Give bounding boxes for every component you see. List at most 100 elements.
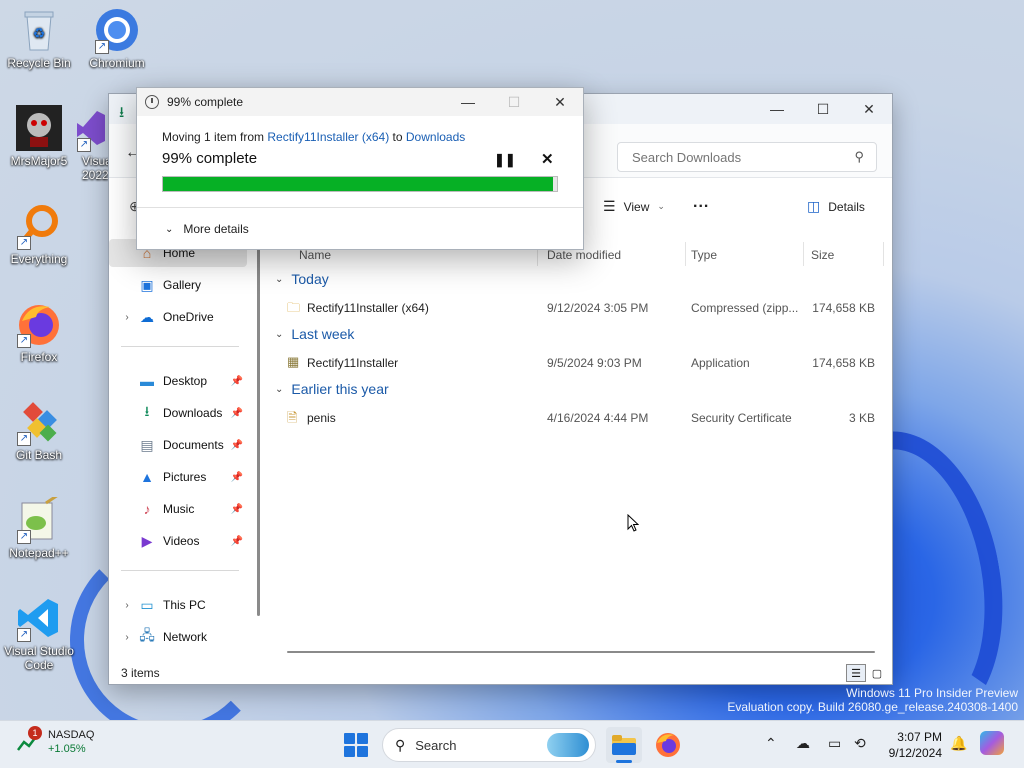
search-icon[interactable]: ⚲: [854, 149, 864, 165]
tiles-view-icon[interactable]: ▢: [867, 664, 887, 682]
view-button[interactable]: ☰ View ⌄: [603, 198, 665, 215]
nav-label: Network: [163, 630, 208, 644]
maximize-button[interactable]: ☐: [800, 94, 846, 124]
cloud-offline-icon[interactable]: ☁: [796, 735, 810, 752]
documents-icon: ▤: [140, 436, 154, 453]
column-divider[interactable]: [685, 242, 686, 266]
display-icon[interactable]: ▭: [828, 735, 841, 752]
group-header-last-week[interactable]: ⌄ Last week: [275, 326, 354, 342]
nav-item-gallery[interactable]: ▣ Gallery: [109, 271, 247, 299]
desktop-icon-everything[interactable]: ↗ Everything: [0, 202, 78, 266]
desktop-icon-vscode[interactable]: ↗ Visual Studio Code: [0, 594, 78, 672]
column-header-size[interactable]: Size: [811, 248, 834, 262]
destination-link[interactable]: Downloads: [406, 130, 465, 144]
file-date: 9/5/2024 9:03 PM: [547, 356, 642, 370]
minimize-button[interactable]: —: [445, 88, 491, 116]
everything-search-icon: ↗: [15, 202, 63, 250]
nav-label: Gallery: [163, 278, 202, 292]
details-pane-icon: ◫: [807, 198, 821, 214]
close-button[interactable]: ✕: [846, 94, 892, 124]
copilot-icon[interactable]: [980, 731, 1004, 755]
stock-widget[interactable]: 1 NASDAQ +1.05%: [16, 726, 94, 756]
group-label: Earlier this year: [291, 381, 389, 397]
windows-logo-tile: [357, 746, 368, 757]
close-button[interactable]: ✕: [537, 88, 583, 116]
pause-icon[interactable]: ❚❚: [494, 152, 516, 168]
nav-item-downloads[interactable]: ⭳ Downloads 📌: [109, 399, 247, 427]
nav-item-pictures[interactable]: ▲ Pictures 📌: [109, 463, 247, 491]
nav-item-desktop[interactable]: ▬ Desktop 📌: [109, 367, 247, 395]
group-header-earlier-this-year[interactable]: ⌄ Earlier this year: [275, 381, 389, 397]
column-divider[interactable]: [803, 242, 804, 266]
percent-complete: 99% complete: [162, 150, 258, 167]
music-icon: ♪: [143, 501, 151, 517]
nav-label: This PC: [163, 598, 206, 612]
horizontal-scrollbar[interactable]: [287, 651, 875, 653]
desktop-icon-visual-studio[interactable]: ↗ Visual 2022: [70, 104, 110, 182]
file-row[interactable]: ▦ Rectify11Installer 9/5/2024 9:03 PM Ap…: [281, 351, 885, 375]
more-details-button[interactable]: ⌄ More details: [165, 222, 249, 236]
file-name: Rectify11Installer (x64): [307, 301, 429, 315]
source-link[interactable]: Rectify11Installer (x64): [267, 130, 389, 144]
shortcut-arrow-icon: ↗: [17, 530, 31, 544]
cancel-icon[interactable]: ✕: [541, 150, 554, 168]
notification-bell-icon[interactable]: 🔔: [950, 735, 967, 752]
search-input[interactable]: [632, 143, 832, 171]
desktop-icon-git-bash[interactable]: ↗ Git Bash: [0, 398, 78, 462]
firefox-taskbar-button[interactable]: [650, 727, 686, 763]
progress-bar: [162, 176, 558, 192]
search-box[interactable]: ⚲: [617, 142, 877, 172]
chevron-right-icon[interactable]: ›: [117, 600, 137, 611]
show-hidden-icons-chevron-icon[interactable]: ⌃: [765, 735, 777, 752]
details-view-icon[interactable]: ☰: [846, 664, 866, 682]
column-header-date[interactable]: Date modified: [547, 248, 621, 262]
moving-prefix: Moving 1 item from: [162, 130, 268, 144]
chevron-right-icon[interactable]: ›: [117, 632, 137, 643]
file-date: 4/16/2024 4:44 PM: [547, 411, 649, 425]
progress-bar-fill: [163, 177, 554, 191]
dialog-body: Moving 1 item from Rectify11Installer (x…: [137, 116, 583, 236]
dialog-divider: [137, 207, 583, 208]
nav-item-network[interactable]: › 🖧 Network: [109, 623, 247, 651]
watermark-line: Evaluation copy. Build 26080.ge_release.…: [727, 700, 1018, 714]
nav-item-documents[interactable]: ▤ Documents 📌: [109, 431, 247, 459]
file-name: Rectify11Installer: [307, 356, 399, 370]
nav-item-onedrive[interactable]: › ☁ OneDrive: [109, 303, 247, 331]
network-status-icon[interactable]: ⟲: [854, 735, 866, 752]
nav-label: Videos: [163, 534, 200, 548]
shortcut-arrow-icon: ↗: [17, 236, 31, 250]
more-options-button[interactable]: ...: [693, 194, 709, 212]
column-header-type[interactable]: Type: [691, 248, 717, 262]
pin-icon: 📌: [230, 535, 243, 547]
file-row[interactable]: 🗎 penis 4/16/2024 4:44 PM Security Certi…: [281, 406, 885, 430]
minimize-button[interactable]: —: [754, 94, 800, 124]
start-button[interactable]: [344, 733, 368, 757]
nav-item-this-pc[interactable]: › ▭ This PC: [109, 591, 247, 619]
file-size: 3 KB: [848, 411, 875, 425]
group-header-today[interactable]: ⌄ Today: [275, 271, 329, 287]
taskbar-clock[interactable]: 3:07 PM 9/12/2024: [880, 729, 942, 761]
pin-icon: 📌: [230, 375, 243, 387]
desktop-folder-icon: ▬: [140, 373, 154, 389]
nav-item-videos[interactable]: ▶ Videos 📌: [109, 527, 247, 555]
details-pane-button[interactable]: ◫ Details: [807, 198, 865, 215]
taskbar-search[interactable]: ⚲ Search: [382, 728, 596, 762]
desktop-icon-notepad-plus-plus[interactable]: ↗ Notepad++: [0, 496, 78, 560]
notepad-plus-plus-icon: ↗: [15, 496, 63, 544]
column-header-name[interactable]: Name: [299, 248, 331, 262]
file-explorer-taskbar-button[interactable]: [606, 727, 642, 763]
desktop-icon-label: Recycle Bin: [7, 56, 71, 70]
taskbar: 1 NASDAQ +1.05% ⚲ Search ⌃ ☁ ▭ ⟲ 3:07 PM…: [0, 720, 1024, 768]
column-divider[interactable]: [883, 242, 884, 266]
file-row[interactable]: 🗀 Rectify11Installer (x64) 9/12/2024 3:0…: [281, 296, 885, 320]
desktop-icon-chromium[interactable]: ↗ Chromium: [78, 6, 156, 70]
vscode-icon: ↗: [15, 594, 63, 642]
desktop-icon-firefox[interactable]: ↗ Firefox: [0, 300, 78, 364]
desktop-icon-recycle-bin[interactable]: ♻ Recycle Bin: [0, 6, 78, 70]
shortcut-arrow-icon: ↗: [17, 432, 31, 446]
nav-item-music[interactable]: ♪ Music 📌: [109, 495, 247, 523]
desktop-icon-mrsmajor[interactable]: MrsMajor5: [0, 104, 78, 168]
nav-scrollbar[interactable]: [257, 244, 260, 616]
windows-logo-tile: [344, 746, 355, 757]
chevron-right-icon[interactable]: ›: [117, 312, 137, 323]
